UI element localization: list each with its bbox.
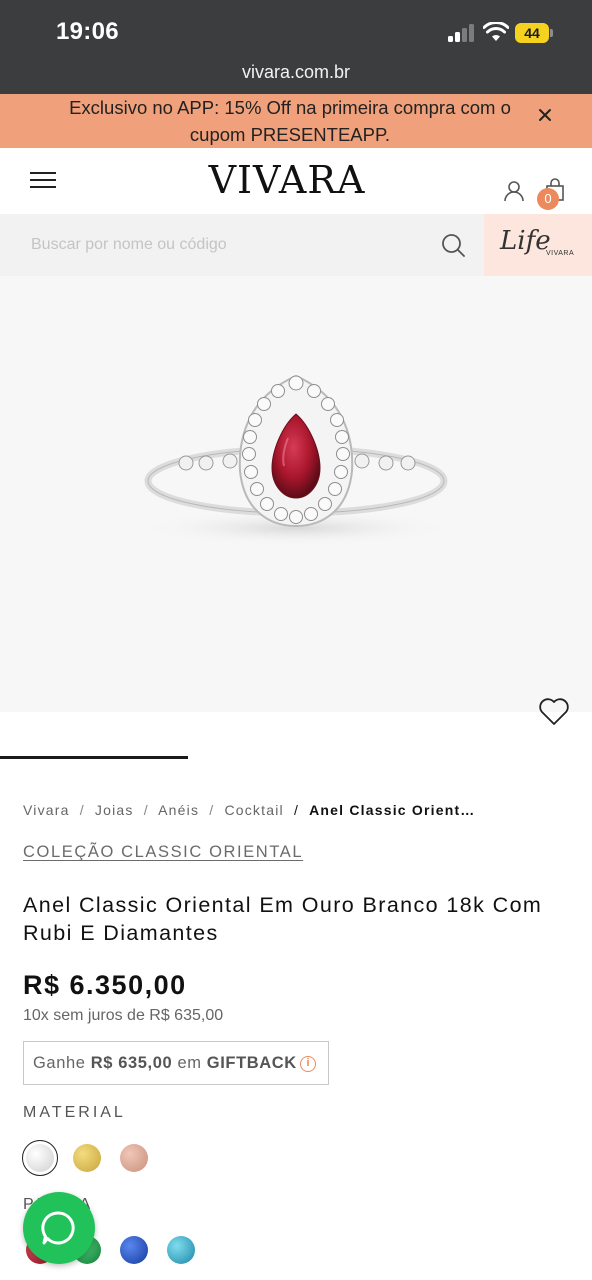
life-logo-script: Life (500, 226, 551, 256)
promo-text: Exclusivo no APP: 15% Off na primeira co… (69, 97, 511, 145)
chat-bubble-icon (41, 1211, 75, 1245)
battery-icon: 44 (515, 23, 553, 43)
material-label: MATERIAL (23, 1104, 126, 1121)
giftback-middle: em (177, 1054, 202, 1072)
product-title: Anel Classic Oriental Em Ouro Branco 18k… (23, 893, 543, 945)
breadcrumb-separator: / (79, 802, 85, 818)
battery-level: 44 (515, 23, 549, 43)
address-bar-url[interactable]: vivara.com.br (0, 62, 592, 83)
whatsapp-chat-button[interactable] (23, 1192, 95, 1264)
breadcrumb-separator: / (293, 802, 300, 818)
breadcrumb-item-cocktail[interactable]: Cocktail (224, 802, 283, 818)
product-image[interactable] (0, 276, 592, 712)
ring-illustration (136, 374, 456, 546)
breadcrumb-current: Anel Classic Orient… (309, 802, 476, 818)
favorite-heart-icon[interactable] (538, 697, 570, 727)
stone-swatch-safira[interactable] (120, 1236, 148, 1264)
close-icon[interactable] (538, 108, 552, 122)
browser-top-bar: 19:06 44 vivara.com.br (0, 0, 592, 94)
vivara-logo[interactable]: VIVARA (206, 158, 368, 202)
wifi-icon (483, 22, 509, 41)
breadcrumb-separator: / (209, 802, 215, 818)
breadcrumb-item-joias[interactable]: Joias (95, 802, 134, 818)
user-account-icon[interactable] (503, 180, 525, 202)
promo-banner: Exclusivo no APP: 15% Off na primeira co… (0, 94, 592, 148)
breadcrumb: Vivara / Joias / Anéis / Cocktail / Anel… (23, 802, 583, 818)
info-icon[interactable]: i (300, 1056, 316, 1072)
breadcrumb-item-aneis[interactable]: Anéis (158, 802, 199, 818)
material-swatch-ouro-rose[interactable] (120, 1144, 148, 1172)
giftback-amount: R$ 635,00 (90, 1054, 173, 1072)
stone-swatch-topazio[interactable] (167, 1236, 195, 1264)
gallery-progress-indicator (0, 756, 188, 759)
life-vivara-link[interactable]: Life VIVARA (484, 214, 592, 276)
search-bar (0, 214, 484, 276)
collection-link[interactable]: COLEÇÃO CLASSIC ORIENTAL (23, 843, 303, 862)
product-price: R$ 6.350,00 (23, 970, 187, 1000)
giftback-text: Ganhe R$ 635,00 em GIFTBACK (33, 1054, 297, 1073)
hamburger-menu-icon[interactable] (30, 172, 56, 190)
giftback-box: Ganhe R$ 635,00 em GIFTBACK i (23, 1041, 329, 1085)
search-icon[interactable] (441, 233, 466, 258)
status-time: 19:06 (56, 18, 119, 45)
giftback-label: GIFTBACK (206, 1054, 297, 1072)
search-input[interactable] (0, 214, 430, 276)
breadcrumb-separator: / (143, 802, 149, 818)
breadcrumb-item-vivara[interactable]: Vivara (23, 802, 70, 818)
giftback-prefix: Ganhe (33, 1054, 86, 1072)
installments-text: 10x sem juros de R$ 635,00 (23, 1007, 224, 1024)
material-swatch-ouro-branco[interactable] (26, 1144, 54, 1172)
cellular-signal-icon (448, 24, 476, 42)
material-swatch-ouro-amarelo[interactable] (73, 1144, 101, 1172)
cart-count-badge: 0 (537, 188, 559, 210)
life-logo-brand: VIVARA (546, 250, 575, 257)
